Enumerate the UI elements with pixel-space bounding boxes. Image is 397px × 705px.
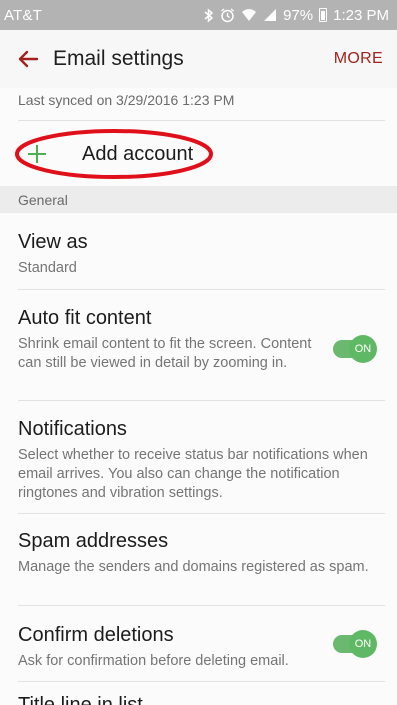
- setting-spam-addresses[interactable]: Spam addresses Manage the senders and do…: [18, 530, 385, 577]
- setting-title: Notifications: [18, 418, 127, 440]
- add-account-button[interactable]: Add account: [14, 127, 214, 181]
- signal-icon: [264, 9, 277, 21]
- divider: [18, 513, 385, 514]
- plus-icon: [26, 143, 48, 165]
- divider: [18, 400, 385, 401]
- divider: [18, 681, 385, 682]
- setting-title: View as: [18, 231, 88, 253]
- back-arrow-icon: [18, 50, 39, 68]
- setting-title: Spam addresses: [18, 530, 169, 552]
- bluetooth-icon: [204, 7, 214, 23]
- setting-summary: Shrink email content to fit the screen. …: [18, 336, 312, 371]
- setting-title: Auto fit content: [18, 307, 152, 329]
- setting-summary: Standard: [18, 260, 77, 276]
- section-header-general: General: [0, 186, 397, 213]
- status-icons: 97% 1:23 PM: [204, 7, 389, 24]
- setting-title: Confirm deletions: [18, 624, 174, 646]
- clock: 1:23 PM: [333, 6, 389, 24]
- status-bar: AT&T 97% 1:23 PM: [0, 0, 397, 30]
- setting-notifications[interactable]: Notifications Select whether to receive …: [18, 418, 385, 503]
- setting-summary: Ask for confirmation before deleting ema…: [18, 653, 289, 669]
- back-button[interactable]: [8, 39, 48, 79]
- setting-title: Title line in list: [18, 694, 143, 705]
- setting-confirm-deletions[interactable]: Confirm deletions Ask for confirmation b…: [18, 624, 385, 671]
- app-bar: Email settings MORE: [0, 30, 397, 88]
- page-title: Email settings: [53, 47, 184, 70]
- carrier-label: AT&T: [4, 6, 43, 24]
- setting-summary: Manage the senders and domains registere…: [18, 559, 369, 575]
- setting-auto-fit-content[interactable]: Auto fit content Shrink email content to…: [18, 307, 385, 373]
- battery-percent: 97%: [283, 6, 314, 24]
- setting-title-line[interactable]: Title line in list: [18, 694, 385, 705]
- more-button[interactable]: MORE: [334, 50, 383, 68]
- divider: [18, 289, 385, 290]
- battery-icon: [319, 8, 328, 22]
- setting-view-as[interactable]: View as Standard: [18, 231, 385, 278]
- toggle-thumb: ON: [349, 630, 377, 658]
- wifi-icon: [242, 9, 257, 21]
- last-synced-text: Last synced on 3/29/2016 1:23 PM: [18, 92, 235, 108]
- auto-fit-toggle[interactable]: ON: [333, 335, 377, 363]
- toggle-thumb: ON: [349, 335, 377, 363]
- confirm-deletions-toggle[interactable]: ON: [333, 630, 377, 658]
- divider: [18, 120, 385, 121]
- divider: [18, 605, 385, 606]
- add-account-label: Add account: [82, 142, 194, 165]
- alarm-icon: [221, 7, 234, 22]
- setting-summary: Select whether to receive status bar not…: [18, 447, 368, 501]
